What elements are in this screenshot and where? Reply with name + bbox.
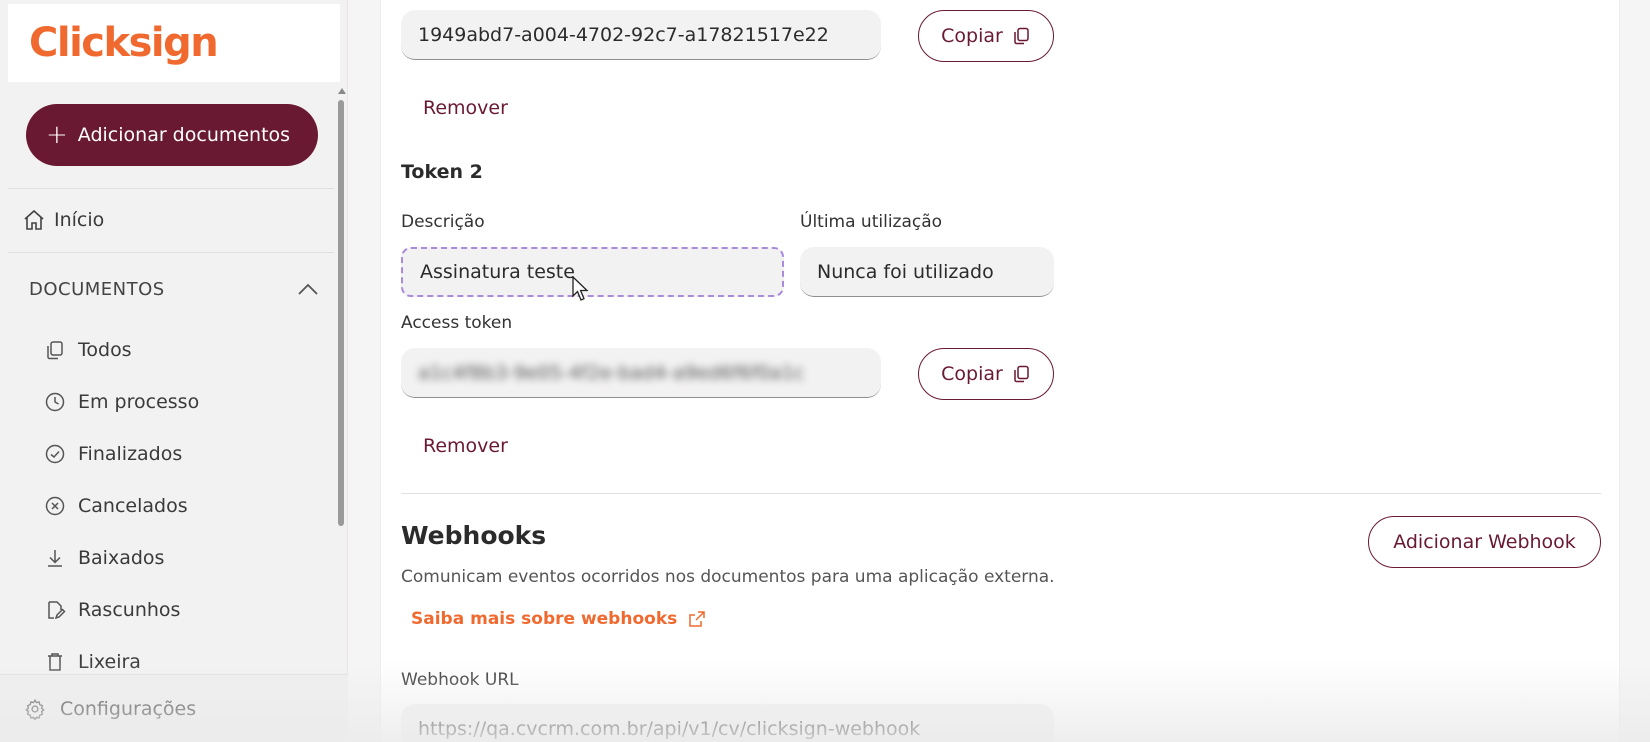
sidebar-divider [8, 188, 334, 189]
documents-section-toggle[interactable]: DOCUMENTOS [29, 274, 319, 304]
sidebar-item-label: Início [54, 209, 105, 231]
draft-icon [48, 601, 66, 620]
access-token-label: Access token [401, 313, 513, 333]
add-webhook-button[interactable]: Adicionar Webhook [1368, 516, 1601, 568]
token2-title: Token 2 [401, 161, 483, 183]
webhooks-description: Comunicam eventos ocorridos nos document… [401, 567, 1055, 587]
settings-button[interactable]: Configurações [0, 674, 348, 742]
sidebar: Clicksign + Adicionar documentos Início … [0, 0, 348, 742]
section-divider [401, 493, 1601, 494]
copy-icon [47, 341, 63, 360]
scroll-up-arrow-icon[interactable] [338, 88, 346, 94]
clock-icon [45, 392, 65, 412]
sidebar-item-baixados[interactable]: Baixados [44, 542, 304, 574]
copy-button-label: Copiar [941, 25, 1003, 47]
sidebar-item-rascunhos[interactable]: Rascunhos [44, 594, 304, 626]
token2-remove-button[interactable]: Remover [423, 435, 508, 457]
sidebar-item-label: Em processo [78, 391, 200, 413]
sidebar-item-todos[interactable]: Todos [44, 334, 304, 366]
main-content: 1949abd7-a004-4702-92c7-a17821517e22 Cop… [380, 0, 1620, 742]
webhook-url-value: https://qa.cvcrm.com.br/api/v1/cv/clicks… [418, 717, 921, 740]
app-window: Clicksign + Adicionar documentos Início … [0, 0, 1650, 742]
webhooks-learn-more-link[interactable]: Saiba mais sobre webhooks [411, 609, 707, 629]
sidebar-item-label: Baixados [78, 547, 165, 569]
sidebar-item-label: Todos [78, 339, 132, 361]
sidebar-item-label: Cancelados [78, 495, 188, 517]
sidebar-item-label: Finalizados [78, 443, 183, 465]
clicksign-logo[interactable]: Clicksign [29, 20, 219, 66]
sidebar-item-label: Rascunhos [78, 599, 181, 621]
sidebar-divider [8, 252, 334, 253]
token2-copy-button[interactable]: Copiar [918, 348, 1054, 400]
chevron-up-icon [298, 283, 318, 295]
last-used-label: Última utilização [800, 212, 943, 232]
token1-remove-button[interactable]: Remover [423, 97, 508, 119]
description-value: Assinatura teste [420, 261, 575, 283]
learn-more-label: Saiba mais sobre webhooks [411, 609, 678, 629]
description-input[interactable]: Assinatura teste [401, 247, 784, 297]
token1-value: 1949abd7-a004-4702-92c7-a17821517e22 [418, 23, 829, 46]
plus-icon: + [46, 120, 68, 150]
last-used-field: Nunca foi utilizado [800, 247, 1054, 297]
sidebar-item-em-processo[interactable]: Em processo [44, 386, 304, 418]
add-webhook-label: Adicionar Webhook [1393, 531, 1576, 553]
copy-icon [1014, 365, 1029, 383]
token1-access-token-field[interactable]: 1949abd7-a004-4702-92c7-a17821517e22 [401, 10, 881, 60]
copy-button-label: Copiar [941, 363, 1003, 385]
trash-icon [48, 653, 62, 671]
home-icon [24, 209, 44, 230]
last-used-value: Nunca foi utilizado [817, 260, 994, 283]
gear-icon [25, 698, 45, 720]
copy-icon [1014, 27, 1029, 45]
add-documents-button[interactable]: + Adicionar documentos [26, 104, 318, 166]
webhooks-title: Webhooks [401, 521, 547, 550]
sidebar-item-label: Lixeira [78, 651, 141, 673]
token2-access-token-field[interactable]: a1c4f8b3-9e05-4f2e-bad4-a9ed6f6f0a1c [401, 348, 881, 398]
sidebar-item-home[interactable]: Início [22, 204, 104, 236]
token1-copy-button[interactable]: Copiar [918, 10, 1054, 62]
download-icon [48, 550, 62, 567]
sidebar-item-finalizados[interactable]: Finalizados [44, 438, 304, 470]
x-circle-icon [45, 496, 65, 516]
check-circle-icon [45, 444, 65, 464]
sidebar-item-cancelados[interactable]: Cancelados [44, 490, 304, 522]
section-title: DOCUMENTOS [29, 278, 165, 300]
token2-value-blurred: a1c4f8b3-9e05-4f2e-bad4-a9ed6f6f0a1c [418, 361, 805, 384]
sidebar-scroll-thumb[interactable] [338, 100, 344, 526]
description-label: Descrição [401, 212, 485, 232]
webhook-url-field[interactable]: https://qa.cvcrm.com.br/api/v1/cv/clicks… [401, 704, 1054, 742]
add-documents-label: Adicionar documentos [77, 124, 291, 146]
mouse-cursor-icon [572, 276, 589, 301]
webhook-url-label: Webhook URL [401, 670, 519, 690]
settings-label: Configurações [60, 697, 197, 720]
logo-area: Clicksign [8, 4, 340, 82]
external-link-icon [689, 611, 705, 627]
